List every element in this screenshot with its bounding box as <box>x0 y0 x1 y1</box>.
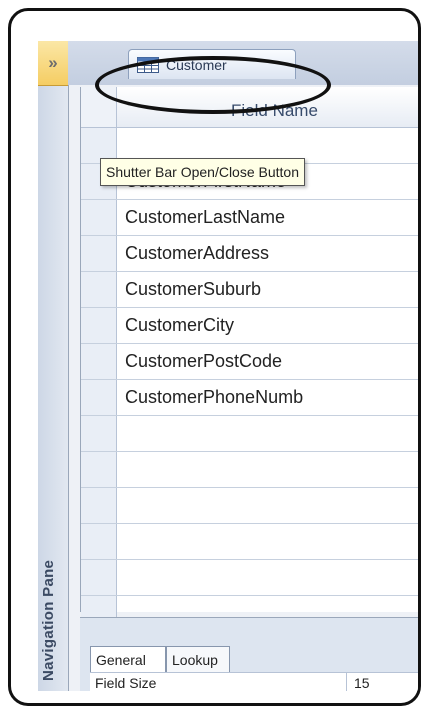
field-row[interactable] <box>81 488 418 524</box>
navigation-pane[interactable]: » Navigation Pane <box>38 41 69 691</box>
property-value[interactable]: 15 <box>354 675 370 691</box>
row-selector[interactable] <box>81 308 117 343</box>
field-properties-pane: General Lookup Field Size 15 <box>80 617 418 691</box>
grid-header: Field Name <box>81 87 418 128</box>
row-selector[interactable] <box>81 344 117 379</box>
shutter-bar-button[interactable]: » <box>38 41 68 86</box>
property-name: Field Size <box>95 675 157 691</box>
divider <box>346 673 347 691</box>
property-row[interactable]: Field Size 15 <box>90 672 418 691</box>
row-selector[interactable] <box>81 200 117 235</box>
select-all-cell[interactable] <box>81 87 117 127</box>
field-row[interactable] <box>81 452 418 488</box>
field-row[interactable]: CustomerCity <box>81 308 418 344</box>
navigation-pane-label: Navigation Pane <box>40 559 57 681</box>
field-row[interactable]: CustomerAddress <box>81 236 418 272</box>
field-name-cell[interactable]: CustomerCity <box>125 315 418 336</box>
field-name-cell[interactable]: CustomerAddress <box>125 243 418 264</box>
field-row[interactable]: CustomerPhoneNumb <box>81 380 418 416</box>
row-selector[interactable] <box>81 452 117 487</box>
field-row[interactable] <box>81 560 418 596</box>
row-selector[interactable] <box>81 380 117 415</box>
tab-customer[interactable]: Customer <box>128 49 296 79</box>
field-row[interactable]: CustomerPostCode <box>81 344 418 380</box>
field-name-cell[interactable]: CustomerLastName <box>125 207 418 228</box>
row-selector[interactable] <box>81 272 117 307</box>
row-selector[interactable] <box>81 488 117 523</box>
row-selector[interactable] <box>81 236 117 271</box>
field-name-cell[interactable]: CustomerSuburb <box>125 279 418 300</box>
screenshot-frame: » Navigation Pane Customer Field Name Cu… <box>8 8 421 706</box>
table-icon <box>137 56 159 73</box>
shutter-bar-tooltip: Shutter Bar Open/Close Button <box>100 158 305 186</box>
field-rows: CustomerFirstName CustomerLastName Custo… <box>81 128 418 632</box>
row-selector[interactable] <box>81 560 117 595</box>
document-tab-strip: Customer <box>68 41 418 85</box>
double-chevron-right-icon: » <box>48 53 58 72</box>
field-row[interactable] <box>81 524 418 560</box>
field-name-cell[interactable]: CustomerPostCode <box>125 351 418 372</box>
field-row[interactable]: CustomerSuburb <box>81 272 418 308</box>
tab-lookup[interactable]: Lookup <box>166 646 230 672</box>
row-selector[interactable] <box>81 524 117 559</box>
field-name-column-header: Field Name <box>231 101 318 120</box>
tab-label: Customer <box>166 56 227 73</box>
tab-general[interactable]: General <box>90 646 166 672</box>
field-name-cell[interactable]: CustomerPhoneNumb <box>125 387 418 408</box>
field-row[interactable]: CustomerLastName <box>81 200 418 236</box>
row-selector[interactable] <box>81 416 117 451</box>
field-row[interactable] <box>81 416 418 452</box>
access-window: » Navigation Pane Customer Field Name Cu… <box>38 41 418 691</box>
